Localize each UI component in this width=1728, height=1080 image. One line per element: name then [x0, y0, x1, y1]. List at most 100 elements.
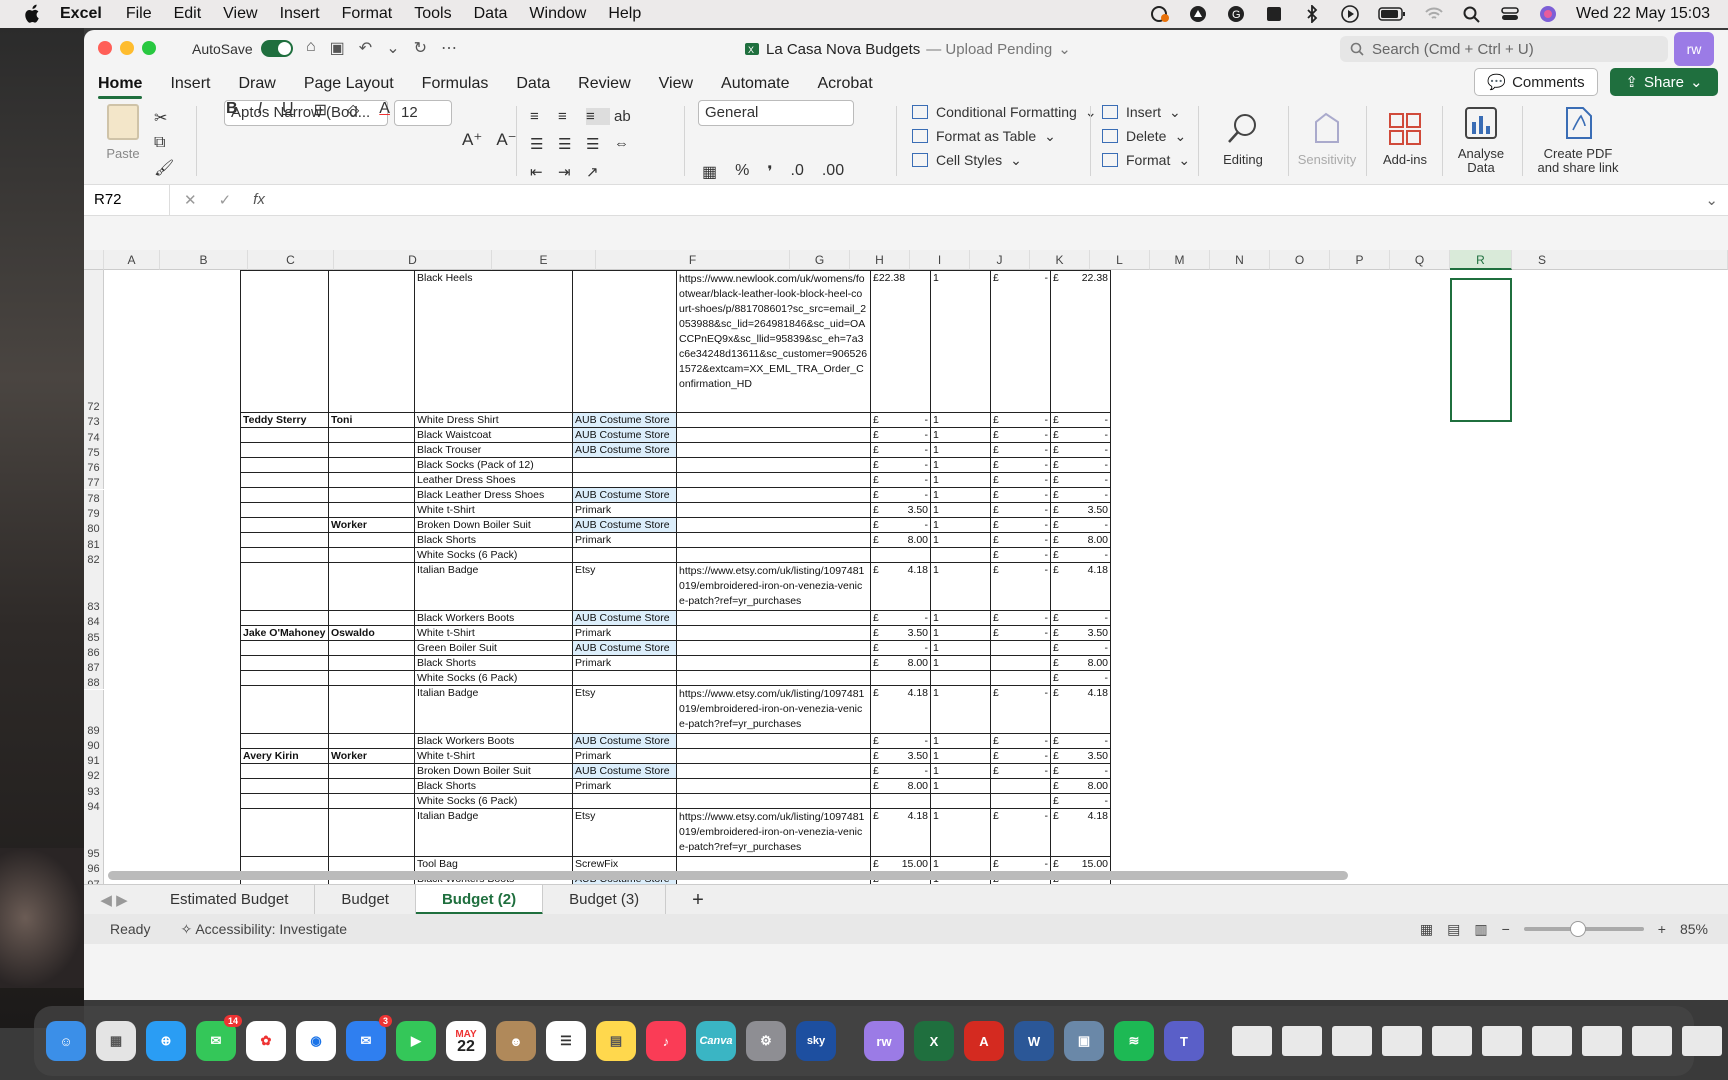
cell-unit-price[interactable]: £-	[870, 442, 931, 458]
cell-quantity[interactable]: 1	[930, 856, 991, 872]
cell-link[interactable]: https://www.newlook.com/uk/womens/footwe…	[676, 270, 871, 413]
cell-item[interactable]: Black Trouser	[414, 442, 573, 458]
cell-item[interactable]: Black Workers Boots	[414, 733, 573, 749]
cell-item[interactable]: Black Leather Dress Shoes	[414, 487, 573, 503]
cell-unit-price[interactable]: £8.00	[870, 655, 931, 671]
cell-item[interactable]: White t-Shirt	[414, 748, 573, 764]
row-header[interactable]: 97	[84, 875, 104, 884]
cell-col-i[interactable]: £-	[990, 502, 1051, 518]
cell-unit-price[interactable]: £4.18	[870, 685, 931, 734]
settings-icon[interactable]: ⚙	[746, 1021, 786, 1061]
cell-total[interactable]: £8.00	[1050, 655, 1111, 671]
cell-supplier[interactable]: ScrewFix	[572, 856, 677, 872]
comments-button[interactable]: 💬 Comments	[1474, 68, 1598, 96]
cell-actor[interactable]	[240, 670, 329, 686]
cell-unit-price[interactable]	[870, 793, 931, 809]
cell-role[interactable]	[328, 610, 415, 626]
launchpad-icon[interactable]: ▦	[96, 1021, 136, 1061]
editing-button[interactable]: Editing	[1208, 112, 1278, 167]
cell-total[interactable]: £-	[1050, 670, 1111, 686]
cell-role[interactable]	[328, 685, 415, 734]
cell-col-i[interactable]: £-	[990, 442, 1051, 458]
cell-col-i[interactable]: £-	[990, 270, 1051, 413]
cell-quantity[interactable]: 1	[930, 442, 991, 458]
format-as-table-button[interactable]: Format as Table ⌄	[912, 124, 1097, 148]
cell-link[interactable]	[676, 427, 871, 443]
cell-link[interactable]	[676, 748, 871, 764]
tab-view[interactable]: View	[659, 75, 693, 93]
cell-unit-price[interactable]: £-	[870, 412, 931, 428]
music-icon[interactable]: ♪	[646, 1021, 686, 1061]
column-header-d[interactable]: D	[334, 250, 492, 270]
cell-supplier[interactable]: Etsy	[572, 685, 677, 734]
cell-item[interactable]: Green Boiler Suit	[414, 640, 573, 656]
create-pdf-button[interactable]: Create PDF and share link	[1530, 106, 1626, 175]
cell-role[interactable]	[328, 562, 415, 611]
font-size-select[interactable]: 12	[394, 100, 452, 126]
row-header[interactable]: 74	[84, 428, 104, 444]
row-header[interactable]: 87	[84, 658, 104, 675]
row-header[interactable]: 88	[84, 674, 104, 690]
decrease-indent-icon[interactable]: ⇤	[530, 163, 554, 181]
profile-avatar[interactable]: rw	[1674, 32, 1714, 66]
cell-role[interactable]	[328, 655, 415, 671]
cell-actor[interactable]	[240, 427, 329, 443]
menu-view[interactable]: View	[223, 5, 257, 23]
cell-item[interactable]: Black Waistcoat	[414, 427, 573, 443]
cell-item[interactable]: White t-Shirt	[414, 502, 573, 518]
cell-quantity[interactable]: 1	[930, 532, 991, 548]
cell-quantity[interactable]: 1	[930, 472, 991, 488]
column-header-a[interactable]: A	[104, 250, 160, 270]
cell-supplier[interactable]	[572, 457, 677, 473]
cell-role[interactable]	[328, 442, 415, 458]
cell-item[interactable]: White t-Shirt	[414, 625, 573, 641]
cell-col-i[interactable]: £-	[990, 685, 1051, 734]
zoom-slider[interactable]	[1523, 921, 1644, 937]
cell-actor[interactable]	[240, 472, 329, 488]
cell-role[interactable]	[328, 808, 415, 857]
cell-actor[interactable]	[240, 487, 329, 503]
cell-supplier[interactable]: Primark	[572, 502, 677, 518]
merge-icon[interactable]: ⇔	[614, 135, 638, 153]
cell-col-i[interactable]: £-	[990, 625, 1051, 641]
document-title[interactable]: X La Casa Nova Budgets — Upload Pending …	[744, 40, 1071, 58]
column-header-n[interactable]: N	[1210, 250, 1270, 270]
menu-window[interactable]: Window	[529, 5, 586, 23]
cell-supplier[interactable]: Primark	[572, 625, 677, 641]
cell-item[interactable]: Black Shorts	[414, 655, 573, 671]
column-header-l[interactable]: L	[1090, 250, 1150, 270]
cell-total[interactable]: £-	[1050, 442, 1111, 458]
cell-col-i[interactable]	[990, 793, 1051, 809]
cell-role[interactable]	[328, 670, 415, 686]
row-header[interactable]: 92	[84, 767, 104, 783]
cell-role[interactable]: Oswaldo	[328, 625, 415, 641]
word-icon[interactable]: W	[1014, 1021, 1054, 1061]
row-header[interactable]: 83	[84, 566, 104, 613]
page-layout-icon[interactable]: ▤	[1447, 921, 1460, 938]
row-header[interactable]: 80	[84, 520, 104, 536]
cell-item[interactable]: Black Shorts	[414, 532, 573, 548]
mail-icon[interactable]: ✉ 3	[346, 1015, 392, 1061]
cell-role[interactable]: Worker	[328, 748, 415, 764]
sensitivity-button[interactable]: Sensitivity	[1294, 112, 1360, 167]
window-thumbnail[interactable]	[1682, 1026, 1722, 1056]
row-header[interactable]: 76	[84, 458, 104, 475]
align-right-icon[interactable]: ☰	[586, 135, 610, 153]
tab-formulas[interactable]: Formulas	[422, 75, 489, 93]
add-ins-button[interactable]: Add-ins	[1374, 112, 1436, 167]
align-bottom-icon[interactable]: ≡	[586, 108, 610, 125]
column-header-p[interactable]: P	[1330, 250, 1390, 270]
search-input[interactable]: Search (Cmd + Ctrl + U)	[1340, 36, 1668, 62]
cell-supplier[interactable]	[572, 472, 677, 488]
play-icon[interactable]	[1340, 5, 1360, 23]
cell-actor[interactable]	[240, 778, 329, 794]
cell-quantity[interactable]: 1	[930, 625, 991, 641]
cell-total[interactable]: £3.50	[1050, 502, 1111, 518]
canva-icon[interactable]: Canva	[696, 1021, 736, 1061]
function-icon[interactable]: fx	[253, 191, 265, 209]
cell-unit-price[interactable]: £15.00	[870, 856, 931, 872]
cell-actor[interactable]	[240, 532, 329, 548]
cell-col-i[interactable]: £-	[990, 748, 1051, 764]
cell-actor[interactable]	[240, 502, 329, 518]
cell-link[interactable]	[676, 502, 871, 518]
